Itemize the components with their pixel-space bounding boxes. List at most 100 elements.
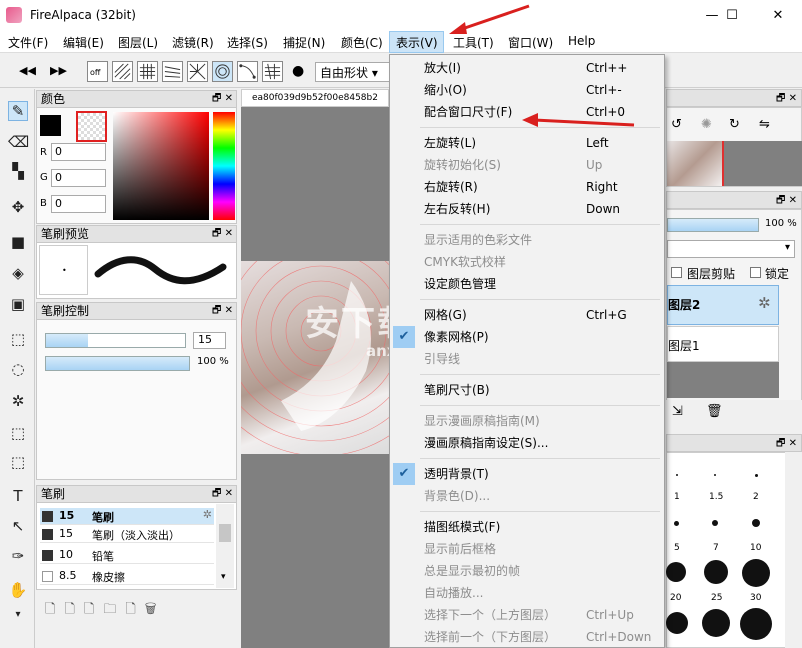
menu-snap[interactable]: 捕捉(N) xyxy=(283,34,325,51)
layer-opacity-slider[interactable] xyxy=(667,218,759,232)
menu-item-brush-size[interactable]: 笔刷尺寸(B) xyxy=(390,379,664,401)
shape-select[interactable]: 自由形状 ▾ xyxy=(315,62,395,82)
snap-parallel-button[interactable] xyxy=(112,61,133,82)
brush-size-input[interactable]: 15 xyxy=(193,332,226,349)
brush-panel-actions[interactable]: 🗋🗋🗋🗀🗋🗑 xyxy=(45,600,166,622)
panel-float-icon[interactable]: 🗗 ✕ xyxy=(212,226,233,242)
flip-icon[interactable]: ⇋ xyxy=(759,117,770,132)
brush-size-grid[interactable]: 1 1.5 2 5 7 10 20 25 30 xyxy=(666,452,802,648)
merge-down-icon[interactable]: ⇲ xyxy=(672,404,683,419)
canvas-tab[interactable]: ea80f039d9b52f00e8458b2 xyxy=(241,89,389,107)
menu-color[interactable]: 颜色(C) xyxy=(341,34,383,51)
pen-tool-icon[interactable]: ✎ xyxy=(8,101,28,121)
menu-item-rotate-reset[interactable]: 旋转初始化(S) Up xyxy=(390,154,664,176)
snap-curve-button[interactable] xyxy=(237,61,258,82)
select-rect-tool-icon[interactable]: ⬚ xyxy=(8,330,28,350)
menu-item-select-prev[interactable]: 选择前一个（下方图层） Ctrl+Down xyxy=(390,626,664,648)
menu-layer[interactable]: 图层(L) xyxy=(118,34,158,51)
move-tool-icon[interactable]: ✥ xyxy=(8,198,28,218)
brush-list-scrollbar[interactable]: ▾ xyxy=(216,504,234,588)
blend-mode-select[interactable]: ▾ xyxy=(667,240,795,258)
snap-vanishing-button[interactable] xyxy=(262,61,283,82)
menu-item-autoplay[interactable]: 自动播放... xyxy=(390,582,664,604)
rotate-left-icon[interactable]: ↺ xyxy=(671,117,682,132)
primary-color-swatch[interactable] xyxy=(40,115,61,136)
b-input[interactable]: 0 xyxy=(51,195,106,213)
snap-radial-button[interactable] xyxy=(187,61,208,82)
menu-file[interactable]: 文件(F) xyxy=(8,34,48,51)
menu-help[interactable]: Help xyxy=(568,34,595,48)
layer-item[interactable]: 图层1 xyxy=(667,326,779,362)
menu-filter[interactable]: 滤镜(R) xyxy=(172,34,214,51)
menu-item-show-comic-guide[interactable]: 显示漫画原稿指南(M) xyxy=(390,410,664,432)
brush-size-slider[interactable] xyxy=(45,333,186,348)
panel-float-icon[interactable]: 🗗 ✕ xyxy=(212,91,233,107)
operation-tool-icon[interactable]: ↖ xyxy=(8,517,28,537)
gradient-tool-icon[interactable]: ▣ xyxy=(8,295,28,315)
snap-crisscross-button[interactable] xyxy=(162,61,183,82)
layer-item-selected[interactable]: 图层2 ✲ xyxy=(667,285,779,325)
menu-item-guides[interactable]: 引导线 xyxy=(390,348,664,370)
menu-item-flip-horizontal[interactable]: 左右反转(H) Down xyxy=(390,198,664,220)
snap-grid-button[interactable] xyxy=(137,61,158,82)
menu-item-show-prev-next[interactable]: 显示前后框格 xyxy=(390,538,664,560)
rotate-reset-icon[interactable]: ✺ xyxy=(701,117,712,132)
maximize-button[interactable]: ☐ xyxy=(712,0,752,31)
clip-checkbox[interactable] xyxy=(671,267,682,278)
close-button[interactable]: ✕ xyxy=(758,0,798,31)
menu-item-onion-skin[interactable]: 描图纸模式(F) xyxy=(390,516,664,538)
menu-item-grid[interactable]: 网格(G) Ctrl+G xyxy=(390,304,664,326)
dropper-tool-icon[interactable]: ✑ xyxy=(8,547,28,567)
prev-icon[interactable]: ◀◀ xyxy=(19,64,36,77)
menu-item-rotate-right[interactable]: 右旋转(R) Right xyxy=(390,176,664,198)
magic-wand-tool-icon[interactable]: ✲ xyxy=(8,392,28,412)
menu-item-color-management[interactable]: 设定颜色管理 xyxy=(390,273,664,295)
navigator-thumbnail[interactable] xyxy=(667,141,722,186)
dot-tool-icon[interactable]: ▚ xyxy=(8,162,28,182)
hue-slider[interactable] xyxy=(213,112,235,220)
menu-edit[interactable]: 编辑(E) xyxy=(63,34,104,51)
select-pen-tool-icon[interactable]: ⬚ xyxy=(8,424,28,444)
brush-size-scrollbar[interactable] xyxy=(785,452,802,648)
eraser-tool-icon[interactable]: ⌫ xyxy=(8,133,29,153)
bucket-tool-icon[interactable]: ◈ xyxy=(8,264,28,284)
brush-item[interactable]: 10 铅笔 xyxy=(40,547,214,564)
select-eraser-tool-icon[interactable]: ⬚ xyxy=(8,453,28,473)
menu-item-zoom-out[interactable]: 缩小(O) Ctrl+- xyxy=(390,79,664,101)
brush-item[interactable]: 15 笔刷（淡入淡出） xyxy=(40,526,214,543)
more-tools-icon[interactable]: ▾ xyxy=(8,609,28,629)
fill-rect-tool-icon[interactable]: ■ xyxy=(8,233,28,253)
hand-tool-icon[interactable]: ✋ xyxy=(8,581,28,601)
antialias-icon[interactable]: ● xyxy=(292,63,304,79)
menu-view[interactable]: 表示(V) xyxy=(396,34,438,51)
menu-item-bg-color[interactable]: 背景色(D)... xyxy=(390,485,664,507)
menu-item-comic-guide-settings[interactable]: 漫画原稿指南设定(S)... xyxy=(390,432,664,454)
panel-float-icon[interactable]: 🗗 ✕ xyxy=(212,486,233,502)
lock-checkbox[interactable] xyxy=(750,267,761,278)
next-icon[interactable]: ▶▶ xyxy=(50,64,67,77)
menu-item-select-next[interactable]: 选择下一个（上方图层） Ctrl+Up xyxy=(390,604,664,626)
menu-item-zoom-in[interactable]: 放大(I) Ctrl++ xyxy=(390,57,664,79)
text-tool-icon[interactable]: T xyxy=(8,487,28,507)
brush-opacity-slider[interactable] xyxy=(45,356,190,371)
saturation-value-picker[interactable] xyxy=(113,112,209,220)
menu-item-cmyk-proof[interactable]: CMYK软式校样 xyxy=(390,251,664,273)
menu-item-transparent-bg[interactable]: ✔ 透明背景(T) xyxy=(390,463,664,485)
delete-layer-icon[interactable]: 🗑 xyxy=(706,404,723,419)
menu-item-pixel-grid[interactable]: ✔ 像素网格(P) xyxy=(390,326,664,348)
layer-settings-icon[interactable]: ✲ xyxy=(758,294,771,312)
secondary-color-swatch[interactable] xyxy=(76,111,107,142)
menu-item-show-color-profile[interactable]: 显示适用的色彩文件 xyxy=(390,229,664,251)
brush-item[interactable]: 15 笔刷 ✲ xyxy=(40,508,214,525)
menu-item-rotate-left[interactable]: 左旋转(L) Left xyxy=(390,132,664,154)
r-input[interactable]: 0 xyxy=(51,143,106,161)
brush-item[interactable]: 8.5 橡皮擦 xyxy=(40,568,214,585)
menu-select[interactable]: 选择(S) xyxy=(227,34,268,51)
g-input[interactable]: 0 xyxy=(51,169,106,187)
snap-off-button[interactable]: off xyxy=(87,61,108,82)
panel-float-icon[interactable]: 🗗 ✕ xyxy=(212,303,233,319)
menu-item-show-first-frame[interactable]: 总是显示最初的帧 xyxy=(390,560,664,582)
snap-circle-button[interactable] xyxy=(212,61,233,82)
rotate-right-icon[interactable]: ↻ xyxy=(729,117,740,132)
lasso-tool-icon[interactable]: ◌ xyxy=(8,360,28,380)
